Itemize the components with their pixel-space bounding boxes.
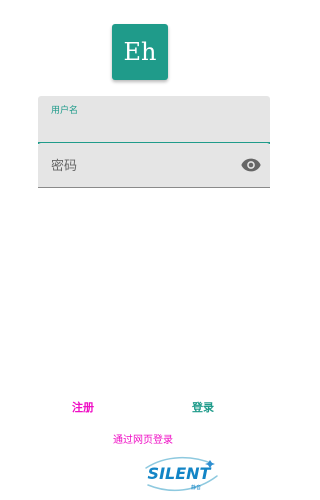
- watermark-logo: SILENT 静音: [145, 456, 218, 491]
- register-button[interactable]: 注册: [68, 399, 98, 415]
- login-button[interactable]: 登录: [188, 399, 218, 415]
- web-login-link[interactable]: 通过网页登录: [108, 430, 178, 446]
- password-input[interactable]: [51, 156, 221, 176]
- username-input[interactable]: [50, 120, 258, 136]
- eye-icon[interactable]: [240, 154, 262, 176]
- password-field[interactable]: [38, 143, 270, 188]
- app-logo: Eh: [112, 24, 168, 80]
- username-field[interactable]: 用户名: [38, 96, 270, 144]
- watermark-text: SILENT: [148, 464, 212, 483]
- app-logo-text: Eh: [123, 38, 157, 66]
- username-label: 用户名: [51, 106, 79, 116]
- watermark-subtext: 静音: [191, 484, 201, 491]
